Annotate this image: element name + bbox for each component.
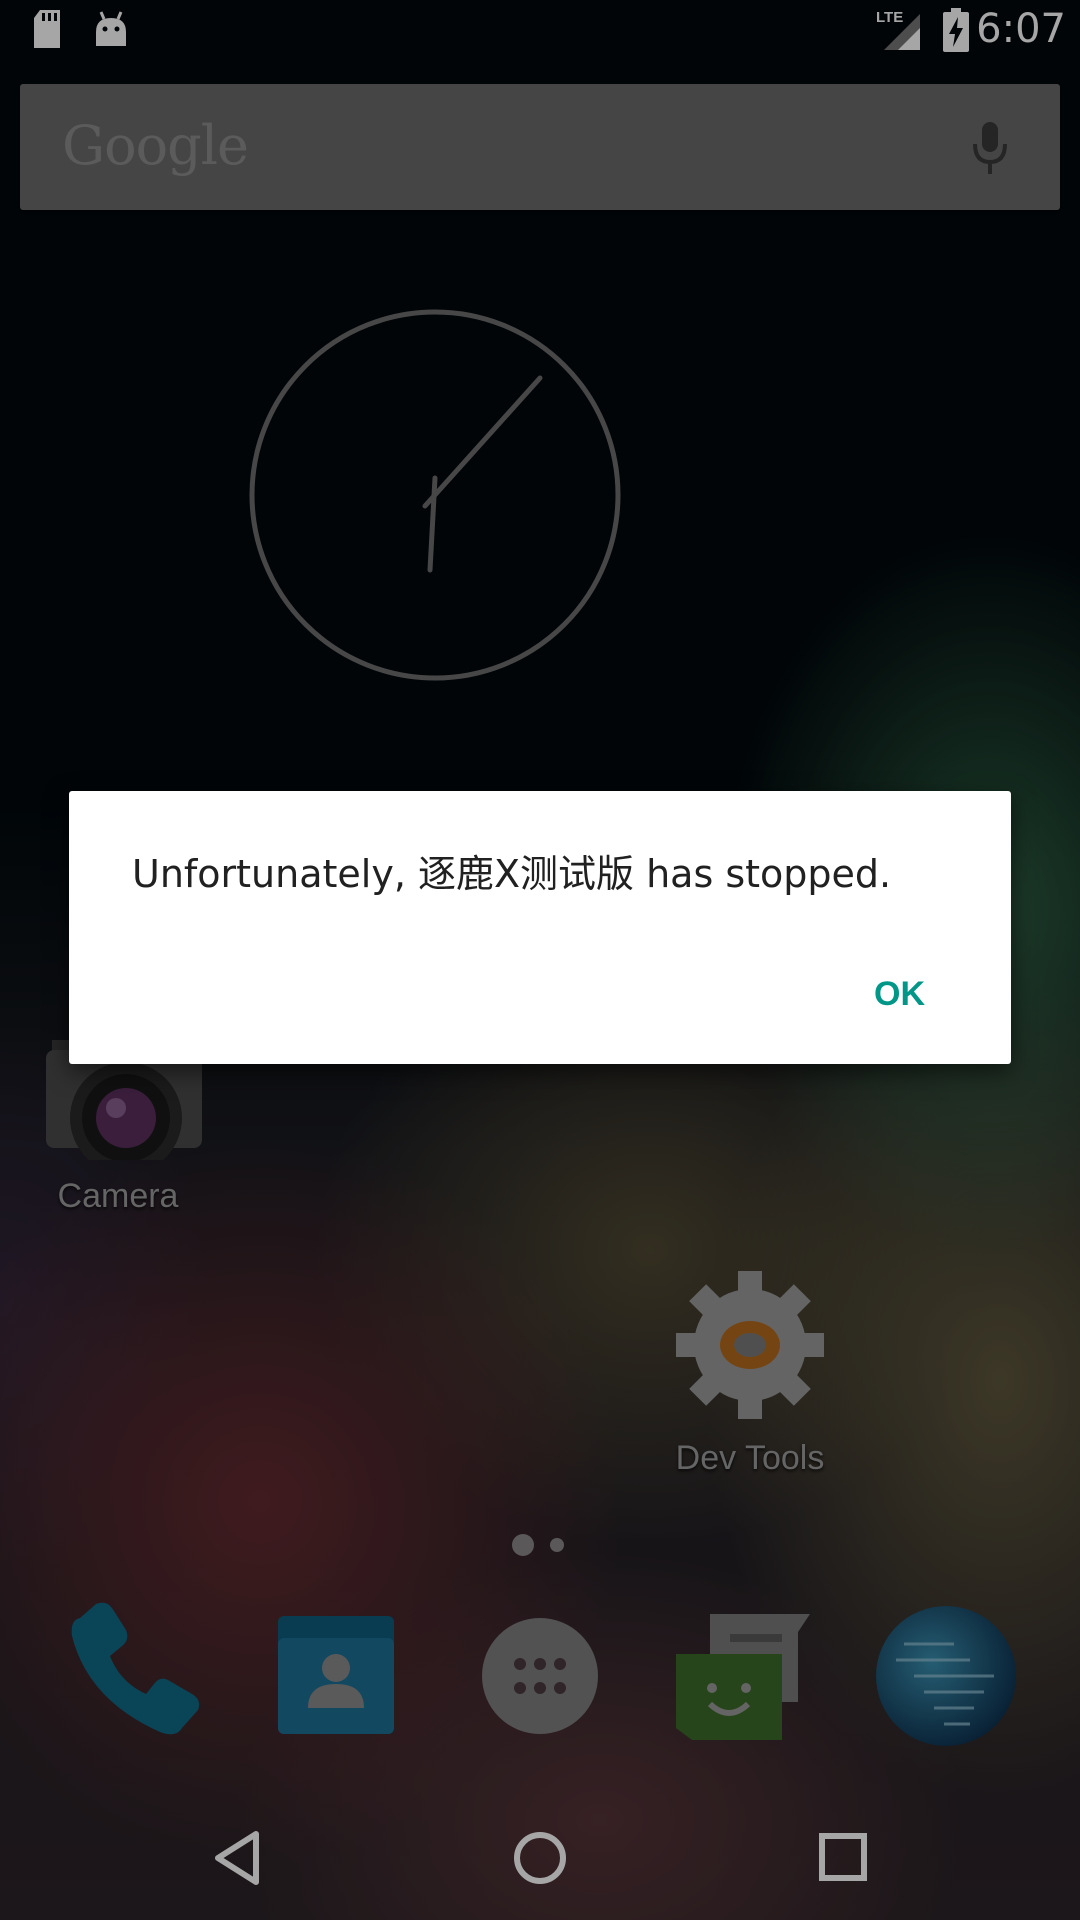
app-crash-dialog: Unfortunately, 逐鹿X测试版 has stopped. OK [69,791,1011,1064]
dialog-message: Unfortunately, 逐鹿X测试版 has stopped. [132,852,892,896]
ok-button[interactable]: OK [864,969,935,1020]
